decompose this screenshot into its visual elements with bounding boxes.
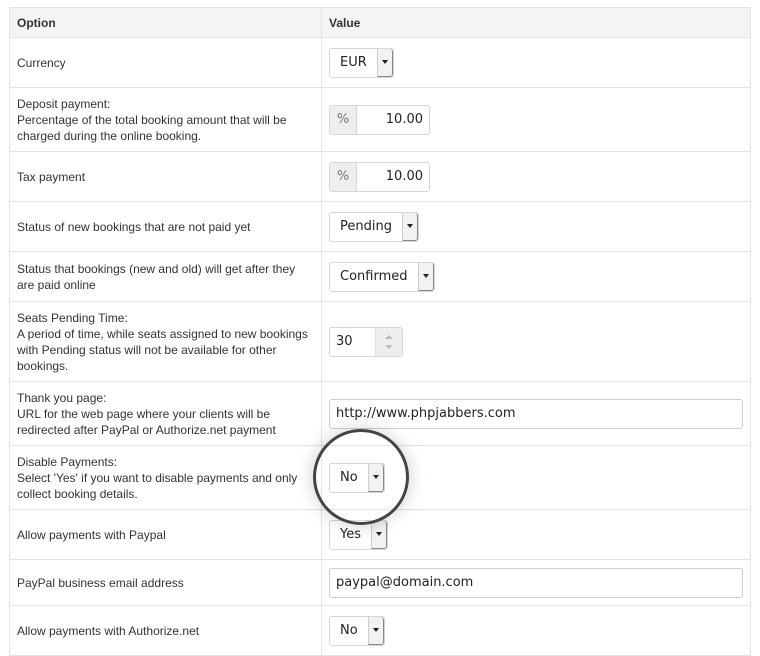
row-status-paid: Status that bookings (new and old) will … <box>9 251 751 302</box>
row-seats-pending-time: Seats Pending Time: A period of time, wh… <box>9 301 751 382</box>
chevron-down-icon[interactable] <box>367 463 384 492</box>
row-disable-payments: Disable Payments: Select 'Yes' if you wa… <box>9 445 751 510</box>
disable-payments-select[interactable]: No <box>329 462 385 493</box>
row-status-unpaid: Status of new bookings that are not paid… <box>9 201 751 252</box>
status-paid-select[interactable]: Confirmed <box>329 261 435 292</box>
allow-authorize-select[interactable]: No <box>329 615 385 646</box>
row-thank-you-page: Thank you page: URL for the web page whe… <box>9 381 751 446</box>
option-description: A period of time, while seats assigned t… <box>17 326 308 373</box>
select-value: No <box>340 623 358 638</box>
option-description: Percentage of the total booking amount t… <box>17 112 287 143</box>
select-value: Yes <box>340 527 361 542</box>
tax-percent-input[interactable]: % 10.00 <box>329 161 430 192</box>
status-unpaid-select[interactable]: Pending <box>329 211 419 242</box>
seats-pending-spinner[interactable]: 30 <box>329 326 403 357</box>
option-title: Thank you page: <box>17 390 107 405</box>
chevron-down-icon[interactable] <box>417 262 434 291</box>
input-value[interactable]: 10.00 <box>357 163 429 191</box>
select-value: Confirmed <box>340 269 408 284</box>
option-title: PayPal business email address <box>17 575 184 590</box>
input-value[interactable]: 10.00 <box>357 106 429 134</box>
row-allow-paypal: Allow payments with Paypal Yes <box>9 509 751 560</box>
option-title: Deposit payment: <box>17 96 111 111</box>
thank-you-url-input[interactable]: http://www.phpjabbers.com <box>329 398 743 429</box>
option-title: Status that bookings (new and old) will … <box>17 261 296 292</box>
allow-paypal-select[interactable]: Yes <box>329 519 388 550</box>
header-row: Option Value <box>9 7 751 38</box>
paypal-email-input[interactable]: paypal@domain.com <box>329 567 743 598</box>
option-title: Disable Payments: <box>17 454 118 469</box>
chevron-down-icon[interactable] <box>367 616 384 645</box>
option-title: Tax payment <box>17 169 86 184</box>
option-title: Allow payments with Authorize.net <box>17 623 200 638</box>
option-label: Currency <box>9 37 322 88</box>
options-table: Option Value Currency EUR Deposit paymen… <box>9 7 751 656</box>
option-description: Select 'Yes' if you want to disable paym… <box>17 470 298 501</box>
header-option: Option <box>9 7 322 38</box>
chevron-down-icon[interactable] <box>371 520 387 549</box>
option-description: URL for the web page where your clients … <box>17 406 276 437</box>
chevron-down-icon[interactable] <box>376 48 393 77</box>
option-title: Allow payments with Paypal <box>17 527 166 542</box>
row-deposit-payment: Deposit payment: Percentage of the total… <box>9 87 751 152</box>
decrement-icon[interactable] <box>385 344 393 349</box>
select-value: EUR <box>340 55 367 70</box>
row-tax-payment: Tax payment % 10.00 <box>9 151 751 202</box>
spinner-value[interactable]: 30 <box>330 328 375 356</box>
select-value: Pending <box>340 219 392 234</box>
option-title: Status of new bookings that are not paid… <box>17 219 251 234</box>
chevron-down-icon[interactable] <box>401 212 418 241</box>
currency-select[interactable]: EUR <box>329 47 394 78</box>
option-title: Seats Pending Time: <box>17 310 128 325</box>
select-value: No <box>340 470 358 485</box>
option-title: Currency <box>17 55 66 70</box>
percent-icon: % <box>330 105 357 134</box>
row-currency: Currency EUR <box>9 37 751 88</box>
header-value: Value <box>321 7 751 38</box>
increment-icon[interactable] <box>385 334 393 339</box>
percent-icon: % <box>330 162 357 191</box>
deposit-percent-input[interactable]: % 10.00 <box>329 104 430 135</box>
row-paypal-email: PayPal business email address paypal@dom… <box>9 559 751 606</box>
row-allow-authorize: Allow payments with Authorize.net No <box>9 605 751 656</box>
